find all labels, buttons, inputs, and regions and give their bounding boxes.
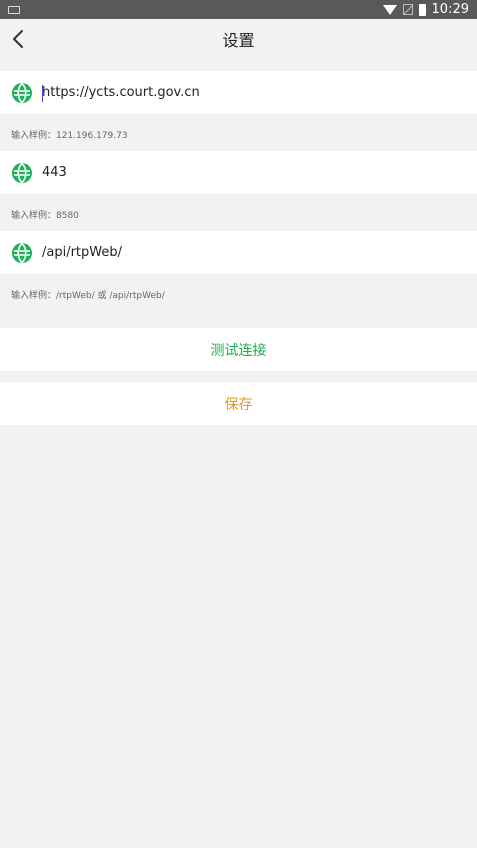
host-input[interactable] [42,71,462,114]
status-time: 10:29 [431,2,469,17]
host-hint: 输入样例：121.196.179.73 [11,131,128,141]
back-button[interactable] [6,25,32,53]
chevron-left-icon [13,30,23,48]
globe-icon [12,242,32,264]
port-hint: 输入样例：8580 [11,211,79,221]
test-connection-button[interactable]: 测试连接 [0,328,477,371]
port-row [0,151,477,194]
page-title: 设置 [222,31,255,50]
host-row [0,71,477,114]
status-bar: 10:29 [0,0,477,19]
wifi-icon [382,4,397,15]
keyboard-icon [8,5,20,14]
title-bar: 设置 [0,19,477,59]
path-hint: 输入样例：/rtpWeb/ 或 /api/rtpWeb/ [11,291,165,301]
no-sim-icon [402,4,413,15]
path-row [0,231,477,274]
path-input[interactable] [42,231,462,274]
port-input[interactable] [42,151,462,194]
globe-icon [12,82,32,104]
battery-icon [418,3,426,16]
text-caret [42,85,43,102]
globe-icon [12,162,32,184]
save-button[interactable]: 保存 [0,382,477,425]
